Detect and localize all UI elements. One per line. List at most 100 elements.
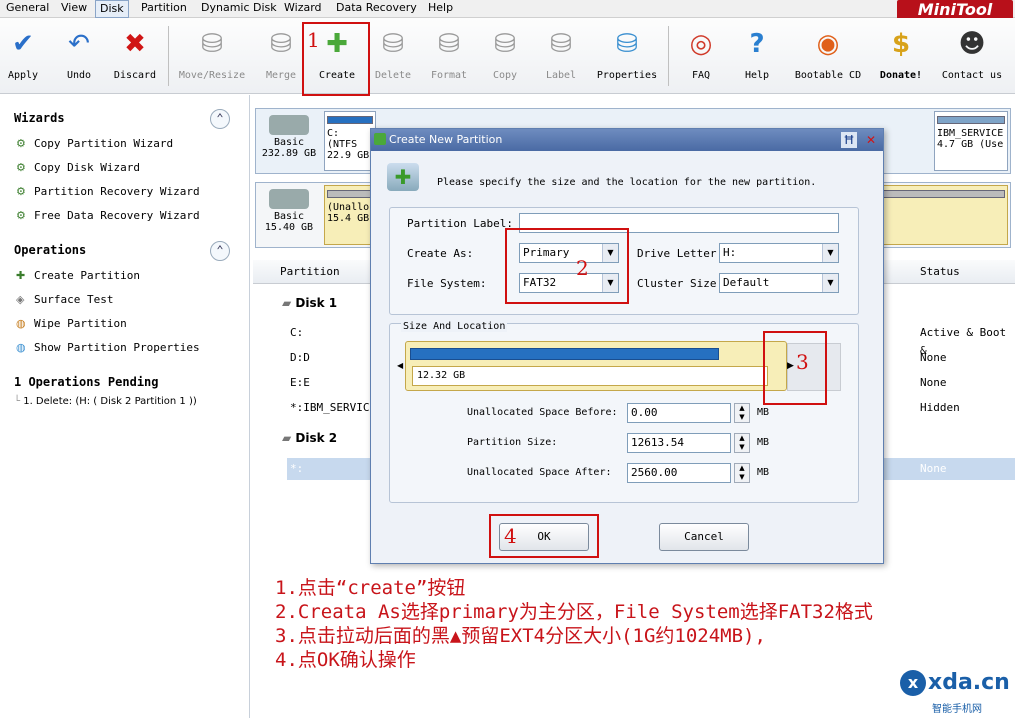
xda-watermark: x xda.cn 智能手机网 xyxy=(900,670,1012,716)
undo-button[interactable]: ↶ Undo xyxy=(56,18,102,94)
instruction-2: 2.Creata As选择primary为主分区，File System选择FA… xyxy=(275,601,873,623)
wipe-partition-op[interactable]: ◍ Wipe Partition xyxy=(16,315,127,333)
toolbar-separator xyxy=(668,26,669,86)
partition-size-input[interactable]: 12613.54 ▲ ▼ xyxy=(627,433,750,453)
col-status[interactable]: Status xyxy=(920,265,960,278)
menu-view[interactable]: View xyxy=(57,0,91,18)
drive-letter-select[interactable]: H: ▼ xyxy=(719,243,839,263)
create-partition-op[interactable]: ✚ Create Partition xyxy=(16,267,140,285)
pending-item[interactable]: └ 1. Delete: (H: ( Disk 2 Partition 1 )) xyxy=(14,393,197,411)
menu-help[interactable]: Help xyxy=(424,0,457,18)
disk1-partition-ibm-service[interactable]: IBM_SERVICE 4.7 GB (Use xyxy=(934,111,1008,171)
unit-label: MB xyxy=(757,407,770,418)
move-resize-button[interactable]: ⛁ Move/Resize xyxy=(176,18,248,94)
table-row[interactable]: *: xyxy=(290,460,303,478)
chevron-down-icon: ▼ xyxy=(822,274,838,292)
wizard-icon: ⚙ xyxy=(16,161,26,174)
contact-us-button[interactable]: ☻ Contact us xyxy=(936,18,1008,94)
hard-disk-icon xyxy=(269,115,309,135)
surface-test-op[interactable]: ◈ Surface Test xyxy=(16,291,113,309)
discard-button[interactable]: ✖ Discard xyxy=(110,18,160,94)
operations-title: Operations xyxy=(14,243,87,257)
disk1-partition-c[interactable]: C: (NTFS 22.9 GB xyxy=(324,111,376,171)
collapse-wizards-button[interactable]: ⌃ xyxy=(210,109,230,129)
question-icon: ? xyxy=(749,29,765,59)
label-button[interactable]: ⛁ Label xyxy=(538,18,584,94)
wizard-icon: ⚙ xyxy=(16,209,26,222)
dialog-title-bar[interactable]: Create New Partition Ħ ✕ xyxy=(371,129,883,151)
format-button[interactable]: ⛁ Format xyxy=(426,18,472,94)
row-status: None xyxy=(920,462,947,475)
hard-disk-icon xyxy=(269,189,309,209)
bootable-cd-button[interactable]: ◉ Bootable CD xyxy=(790,18,866,94)
row-status: Active & Boot & xyxy=(920,326,1007,357)
step3-number: 3 xyxy=(796,350,809,374)
menu-data-recovery[interactable]: Data Recovery xyxy=(332,0,421,18)
hard-disk-icon: ▰ xyxy=(282,431,296,445)
spinner-icon[interactable]: ▲ ▼ xyxy=(734,463,750,483)
copy-button[interactable]: ⛁ Copy xyxy=(482,18,528,94)
table-row[interactable]: E:E xyxy=(290,374,310,392)
cluster-size-select[interactable]: Default ▼ xyxy=(719,273,839,293)
disk-label-icon: ⛁ xyxy=(550,29,572,59)
file-system-label: File System: xyxy=(407,277,487,290)
step3-highlight xyxy=(763,331,827,405)
person-icon: ☻ xyxy=(958,29,986,59)
left-handle-icon[interactable]: ◀ xyxy=(397,361,403,370)
dialog-app-icon xyxy=(374,133,386,145)
size-location-title: Size And Location xyxy=(401,321,508,332)
table-row[interactable]: C: xyxy=(290,324,303,342)
partition-size-bar[interactable]: 12.32 GB xyxy=(405,341,787,391)
step4-number: 4 xyxy=(504,524,517,548)
menu-wizard[interactable]: Wizard xyxy=(280,0,326,18)
copy-partition-wizard[interactable]: ⚙ Copy Partition Wizard xyxy=(16,135,173,153)
free-data-recovery-wizard[interactable]: ⚙ Free Data Recovery Wizard xyxy=(16,207,200,225)
apply-button[interactable]: ✔ Apply xyxy=(0,18,46,94)
table-row[interactable]: D:D xyxy=(290,349,310,367)
check-icon: ✔ xyxy=(12,29,34,59)
instruction-1: 1.点击“create”按钮 xyxy=(275,577,466,599)
instruction-4: 4.点OK确认操作 xyxy=(275,649,416,671)
left-panel: Wizards ⌃ ⚙ Copy Partition Wizard ⚙ Copy D… xyxy=(0,95,250,718)
watermark-subtitle: 智能手机网 xyxy=(932,704,982,715)
donate-button[interactable]: $ Donate! xyxy=(874,18,928,94)
spinner-icon[interactable]: ▲ ▼ xyxy=(734,433,750,453)
disk-move-icon: ⛁ xyxy=(201,29,223,59)
col-partition[interactable]: Partition xyxy=(280,265,340,278)
menu-general[interactable]: General xyxy=(2,0,53,18)
collapse-operations-button[interactable]: ⌃ xyxy=(210,241,230,261)
wizard-icon: ⚙ xyxy=(16,137,26,150)
copy-disk-wizard[interactable]: ⚙ Copy Disk Wizard xyxy=(16,159,140,177)
lifebuoy-icon: ◎ xyxy=(689,29,713,59)
spinner-icon[interactable]: ▲ ▼ xyxy=(734,403,750,423)
merge-button[interactable]: ⛁ Merge xyxy=(258,18,304,94)
watermark-text: xda.cn xyxy=(928,670,1010,695)
show-partition-properties-op[interactable]: ◍ Show Partition Properties xyxy=(16,339,200,357)
red-x-icon: ✖ xyxy=(124,29,146,59)
menu-dynamic-disk[interactable]: Dynamic Disk xyxy=(197,0,281,18)
undo-arrow-icon: ↶ xyxy=(68,29,90,59)
unalloc-before-input[interactable]: 0.00 ▲ ▼ xyxy=(627,403,750,423)
minitool-logo: MiniTool xyxy=(897,0,1013,20)
properties-icon: ◍ xyxy=(16,341,26,354)
menu-partition[interactable]: Partition xyxy=(137,0,191,18)
pending-title: 1 Operations Pending xyxy=(14,375,159,389)
partition-size-label: 12.32 GB xyxy=(412,366,768,386)
disk-copy-icon: ⛁ xyxy=(494,29,516,59)
partition-size-field-label: Partition Size: xyxy=(467,437,558,448)
cancel-button[interactable]: Cancel xyxy=(659,523,749,551)
unalloc-after-input[interactable]: 2560.00 ▲ ▼ xyxy=(627,463,750,483)
properties-button[interactable]: ⛁ Properties xyxy=(592,18,662,94)
menu-disk[interactable]: Disk xyxy=(95,0,129,18)
partition-recovery-wizard[interactable]: ⚙ Partition Recovery Wizard xyxy=(16,183,200,201)
help-button[interactable]: ? Help xyxy=(734,18,780,94)
close-icon[interactable]: ✕ xyxy=(863,132,879,148)
toolbar: ✔ Apply ↶ Undo ✖ Discard ⛁ Move/Resize ⛁… xyxy=(0,18,1015,94)
create-as-label: Create As: xyxy=(407,247,474,260)
help-icon[interactable]: Ħ xyxy=(841,132,857,148)
instruction-3: 3.点击拉动后面的黑▲预留EXT4分区大小(1G约1024MB), xyxy=(275,625,766,647)
faq-button[interactable]: ◎ FAQ xyxy=(678,18,724,94)
table-row[interactable]: *:IBM_SERVICE xyxy=(290,399,376,417)
unalloc-before-label: Unallocated Space Before: xyxy=(467,407,618,418)
delete-button[interactable]: ⛁ Delete xyxy=(370,18,416,94)
